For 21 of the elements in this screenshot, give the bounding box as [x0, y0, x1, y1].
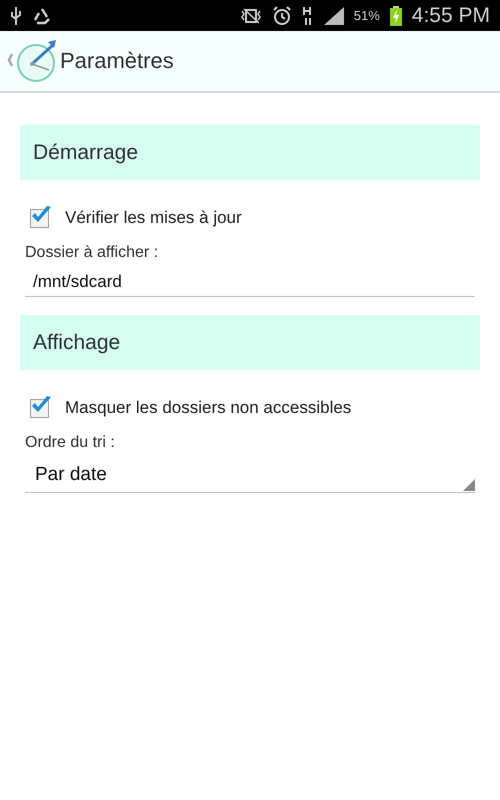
section-header: Démarrage [20, 125, 480, 180]
input-field[interactable]: /mnt/sdcard [25, 268, 475, 297]
checkbox-label: Masquer les dossiers non accessibles [65, 398, 352, 418]
dropdown[interactable]: Par date [25, 458, 475, 493]
vibrate-icon [240, 8, 262, 24]
screen-title: Paramètres [60, 48, 174, 74]
field-label: Ordre du tri : [25, 434, 116, 452]
signal-icon [324, 6, 344, 24]
checkbox-label: Vérifier les mises à jour [65, 208, 242, 228]
checkbox[interactable] [30, 398, 49, 418]
clock: 4:55 PM [412, 4, 490, 28]
field-label: Dossier à afficher : [25, 244, 160, 262]
network-icon [302, 6, 314, 26]
usb-icon [10, 6, 22, 26]
battery-percent: 51% [354, 8, 380, 23]
checkbox[interactable] [30, 208, 49, 228]
dropdown-corner-icon [463, 479, 475, 491]
battery-icon [390, 6, 402, 26]
section-header: Affichage [20, 315, 480, 370]
alarm-icon [272, 6, 292, 26]
recycle-icon [32, 6, 52, 24]
